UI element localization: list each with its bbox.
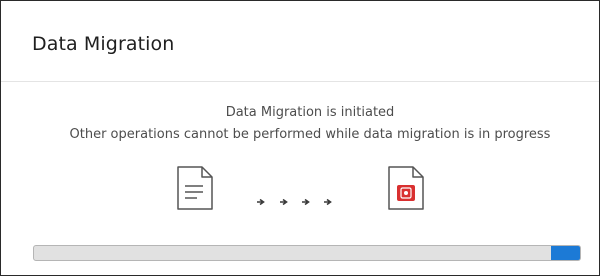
transfer-arrows [256,197,336,207]
dialog-title: Data Migration [32,33,175,55]
progress-indicator [550,246,580,260]
document-icon [177,166,213,210]
dialog-body: Data Migration is initiated Other operat… [1,82,599,275]
arrow-right-icon [280,198,288,206]
migration-status-message: Data Migration is initiated [225,105,395,120]
migration-warning-message: Other operations cannot be performed whi… [69,127,551,142]
arrow-right-icon [257,198,265,206]
pdf-document-icon [388,166,424,210]
arrow-right-icon [324,198,332,206]
dialog-header: Data Migration [1,1,599,82]
migration-progress-bar [33,245,581,261]
data-migration-dialog: Data Migration Data Migration is initiat… [0,0,600,276]
arrow-right-icon [302,198,310,206]
